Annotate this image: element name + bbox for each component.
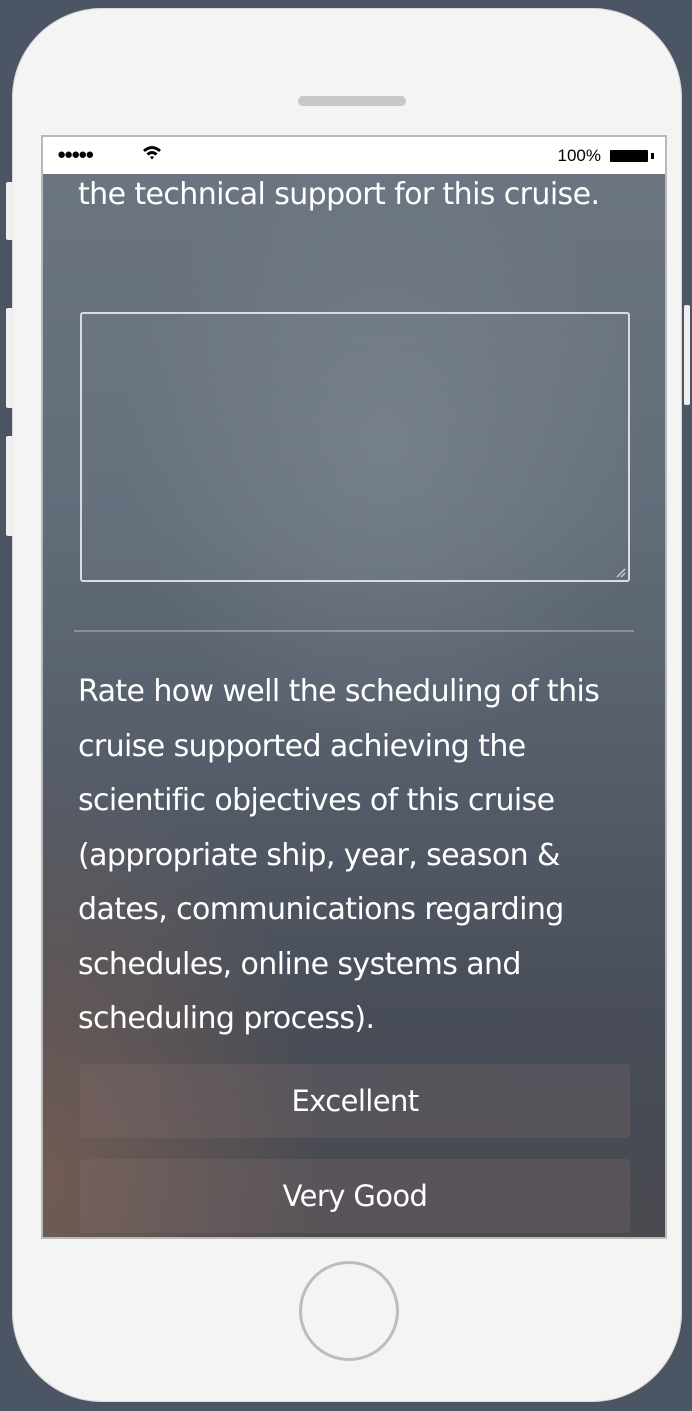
phone-frame: ●●●●● 100% the technical support for thi…: [12, 8, 682, 1402]
battery-percentage: 100%: [557, 146, 601, 165]
mute-switch: [6, 182, 14, 240]
question-text: Rate how well the scheduling of this cru…: [78, 674, 600, 1036]
signal-icon: ●●●●●: [57, 146, 94, 163]
section-divider: [74, 630, 634, 632]
comment-textarea[interactable]: [80, 312, 630, 582]
power-button: [684, 305, 690, 405]
battery-icon: [610, 150, 654, 162]
screen: ●●●●● 100% the technical support for thi…: [41, 135, 667, 1239]
wifi-icon: [143, 146, 161, 160]
home-button-icon[interactable]: [299, 1261, 399, 1361]
option-excellent-button[interactable]: Excellent: [80, 1064, 630, 1138]
previous-question-text: the technical support for this cruise.: [78, 177, 600, 212]
volume-down-button: [6, 436, 14, 536]
volume-up-button: [6, 308, 14, 408]
speaker-grille: [298, 96, 406, 106]
option-very-good-button[interactable]: Very Good: [80, 1159, 630, 1233]
resize-handle-icon[interactable]: [614, 566, 626, 578]
